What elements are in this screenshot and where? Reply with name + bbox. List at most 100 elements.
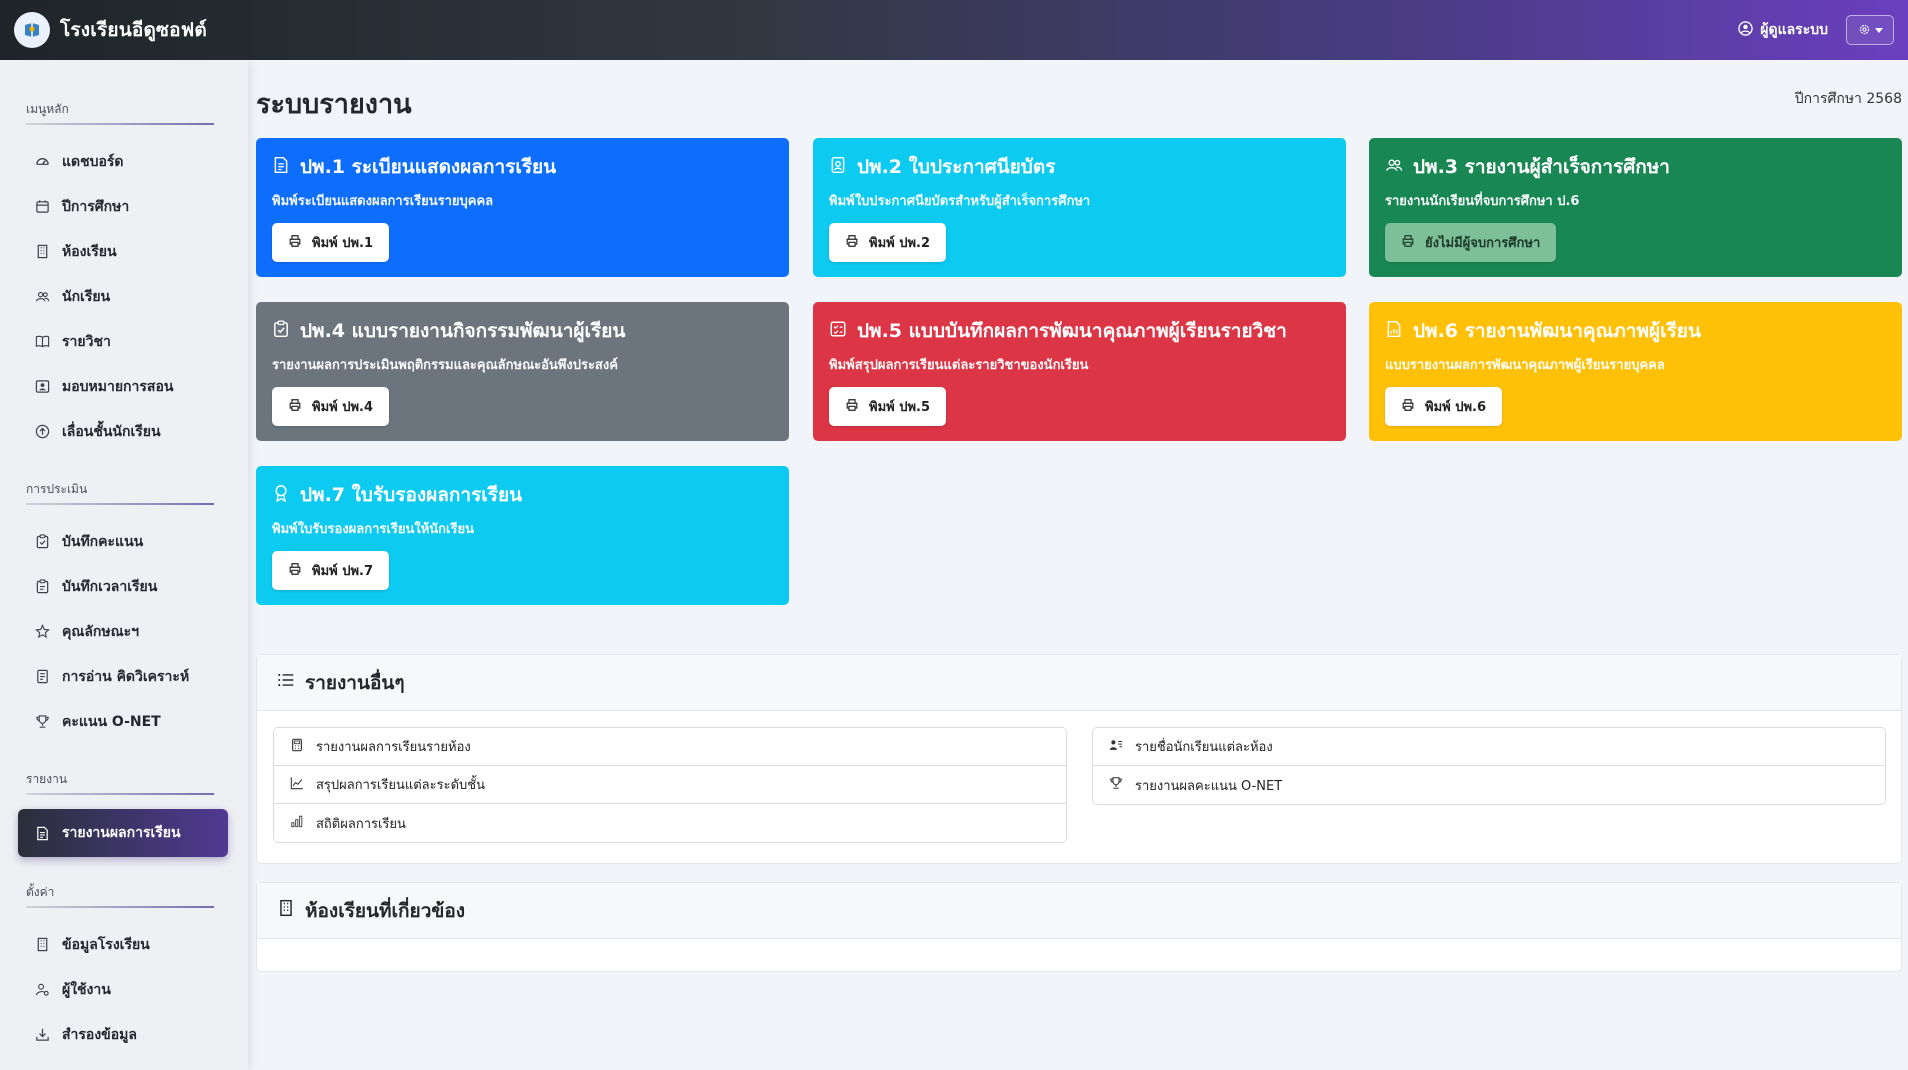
sidebar-item-label: คะแนน O-NET [62,713,161,730]
list-icon [277,671,295,694]
report-card-pp5: ปพ.5 แบบบันทึกผลการพัฒนาคุณภาพผู้เรียนรา… [813,302,1346,441]
card-description: พิมพ์ระเบียนแสดงผลการเรียนรายบุคคล [272,194,494,209]
sidebar-item-users[interactable]: ผู้ใช้งาน [0,967,248,1012]
sidebar-item-teaching-assignment[interactable]: มอบหมายการสอน [0,364,248,409]
sidebar-item-record-scores[interactable]: บันทึกคะแนน [0,519,248,564]
calculator-icon [290,738,304,756]
sidebar-section-title: การประเมิน [26,480,216,505]
building-icon [277,899,295,922]
sidebar-item-dashboard[interactable]: แดชบอร์ด [0,139,248,184]
sidebar-item-school-info[interactable]: ข้อมูลโรงเรียน [0,922,248,967]
person-badge-icon [829,156,847,179]
report-link-statistics[interactable]: สถิติผลการเรียน [274,804,1066,842]
print-pp2-button[interactable]: พิมพ์ ปพ.2 [829,223,947,262]
printer-icon [288,562,302,580]
report-link-class-results[interactable]: รายงานผลการเรียนรายห้อง [274,728,1066,766]
building-icon [34,937,50,953]
sidebar-item-label: สำรองข้อมูล [62,1026,137,1043]
card-description: พิมพ์สรุปผลการเรียนแต่ละรายวิชาของนักเรี… [829,358,1089,373]
sidebar-item-label: นักเรียน [62,288,111,305]
chevron-down-icon [1874,27,1883,33]
sidebar-item-reading-analysis[interactable]: การอ่าน คิดวิเคราะห์ [0,654,248,699]
file-chart-icon [1385,320,1403,343]
card-description: พิมพ์ใบรับรองผลการเรียนให้นักเรียน [272,522,474,537]
user-name: ผู้ดูแลระบบ [1760,22,1828,38]
card-title: ปพ.6 รายงานพัฒนาคุณภาพผู้เรียน [1413,320,1701,342]
sidebar-item-label: มอบหมายการสอน [62,378,174,395]
report-link-level-summary[interactable]: สรุปผลการเรียนแต่ละระดับชั้น [274,766,1066,804]
sidebar-item-label: ผู้ใช้งาน [62,981,111,998]
sidebar-section-title: เมนูหลัก [26,100,216,125]
people-icon [34,289,50,305]
sidebar-item-label: เลื่อนชั้นนักเรียน [62,423,161,440]
report-card-pp2: ปพ.2 ใบประกาศนียบัตร พิมพ์ใบประกาศนียบัต… [813,138,1346,277]
sidebar-item-label: บันทึกเวลาเรียน [62,578,158,595]
sidebar-item-label: ข้อมูลโรงเรียน [62,936,150,953]
print-pp5-button[interactable]: พิมพ์ ปพ.5 [829,387,947,426]
trophy-icon [34,714,50,730]
list-item-label: รายงานผลคะแนน O-NET [1135,778,1283,794]
sidebar-item-label: ปีการศึกษา [62,198,130,215]
printer-icon [1401,234,1415,252]
sidebar-item-label: ห้องเรียน [62,243,117,260]
book-icon [34,334,50,350]
trophy-icon [1109,776,1123,794]
gear-icon [1858,21,1871,40]
report-card-pp7: ปพ.7 ใบรับรองผลการเรียน พิมพ์ใบรับรองผลก… [256,466,789,605]
sidebar-item-academic-year[interactable]: ปีการศึกษา [0,184,248,229]
main-content: ระบบรายงาน ปีการศึกษา 2568 ปพ.1 ระเบียนแ… [256,60,1902,1070]
sidebar-item-label: รายงานผลการเรียน [62,825,181,841]
print-pp4-button[interactable]: พิมพ์ ปพ.4 [272,387,390,426]
sidebar-item-grade-reports[interactable]: รายงานผลการเรียน [18,809,228,857]
report-card-pp3: ปพ.3 รายงานผู้สำเร็จการศึกษา รายงานนักเร… [1369,138,1902,277]
button-label: พิมพ์ ปพ.6 [1425,400,1487,415]
sidebar-item-students[interactable]: นักเรียน [0,274,248,319]
sidebar-item-characteristics[interactable]: คุณลักษณะฯ [0,609,248,654]
report-card-pp6: ปพ.6 รายงานพัฒนาคุณภาพผู้เรียน แบบรายงาน… [1369,302,1902,441]
print-pp7-button[interactable]: พิมพ์ ปพ.7 [272,551,390,590]
user-gear-icon [34,982,50,998]
sidebar-item-backup[interactable]: สำรองข้อมูล [0,1012,248,1057]
panel-title: ห้องเรียนที่เกี่ยวข้อง [305,899,466,922]
printer-icon [845,398,859,416]
list-item-label: สรุปผลการเรียนแต่ละระดับชั้น [316,778,485,793]
sidebar-item-subjects[interactable]: รายวิชา [0,319,248,364]
settings-dropdown-button[interactable] [1846,15,1894,45]
sidebar-item-onet-scores[interactable]: คะแนน O-NET [0,699,248,744]
printer-icon [1401,398,1415,416]
sidebar-item-promote-students[interactable]: เลื่อนชั้นนักเรียน [0,409,248,454]
button-label: พิมพ์ ปพ.2 [869,236,931,251]
teacher-icon [34,379,50,395]
academic-year-label: ปีการศึกษา 2568 [1794,91,1902,107]
bar-chart-icon [290,814,304,832]
brand[interactable]: โรงเรียนอีดูซอฟต์ [14,12,207,48]
list-item-label: รายงานผลการเรียนรายห้อง [316,740,471,755]
card-title: ปพ.4 แบบรายงานกิจกรรมพัฒนาผู้เรียน [300,320,626,342]
button-label: พิมพ์ ปพ.5 [869,400,931,415]
card-title: ปพ.2 ใบประกาศนียบัตร [857,156,1056,178]
arrow-up-circle-icon [34,424,50,440]
report-link-onet-results[interactable]: รายงานผลคะแนน O-NET [1093,766,1885,804]
other-reports-list-right: รายชื่อนักเรียนแต่ละห้อง รายงานผลคะแนน O… [1092,727,1886,805]
user-menu[interactable]: ผู้ดูแลระบบ [1738,19,1828,41]
card-title: ปพ.1 ระเบียนแสดงผลการเรียน [300,156,557,178]
print-pp6-button[interactable]: พิมพ์ ปพ.6 [1385,387,1503,426]
print-pp1-button[interactable]: พิมพ์ ปพ.1 [272,223,390,262]
report-link-student-roster[interactable]: รายชื่อนักเรียนแต่ละห้อง [1093,728,1885,766]
sidebar-item-attendance[interactable]: บันทึกเวลาเรียน [0,564,248,609]
calendar-icon [34,199,50,215]
clipboard-check-icon [34,534,50,550]
check-square-icon [829,320,847,343]
card-description: พิมพ์ใบประกาศนียบัตรสำหรับผู้สำเร็จการศึ… [829,194,1091,209]
file-text-icon [34,825,50,841]
download-icon [34,1027,50,1043]
sidebar-item-classrooms[interactable]: ห้องเรียน [0,229,248,274]
star-icon [34,624,50,640]
no-graduates-button[interactable]: ยังไม่มีผู้จบการศึกษา [1385,223,1557,262]
clipboard-check-icon [272,320,290,343]
list-item-label: รายชื่อนักเรียนแต่ละห้อง [1135,740,1273,755]
button-label: พิมพ์ ปพ.4 [312,400,374,415]
file-text-icon [272,156,290,179]
building-icon [34,244,50,260]
card-title: ปพ.7 ใบรับรองผลการเรียน [300,484,523,506]
